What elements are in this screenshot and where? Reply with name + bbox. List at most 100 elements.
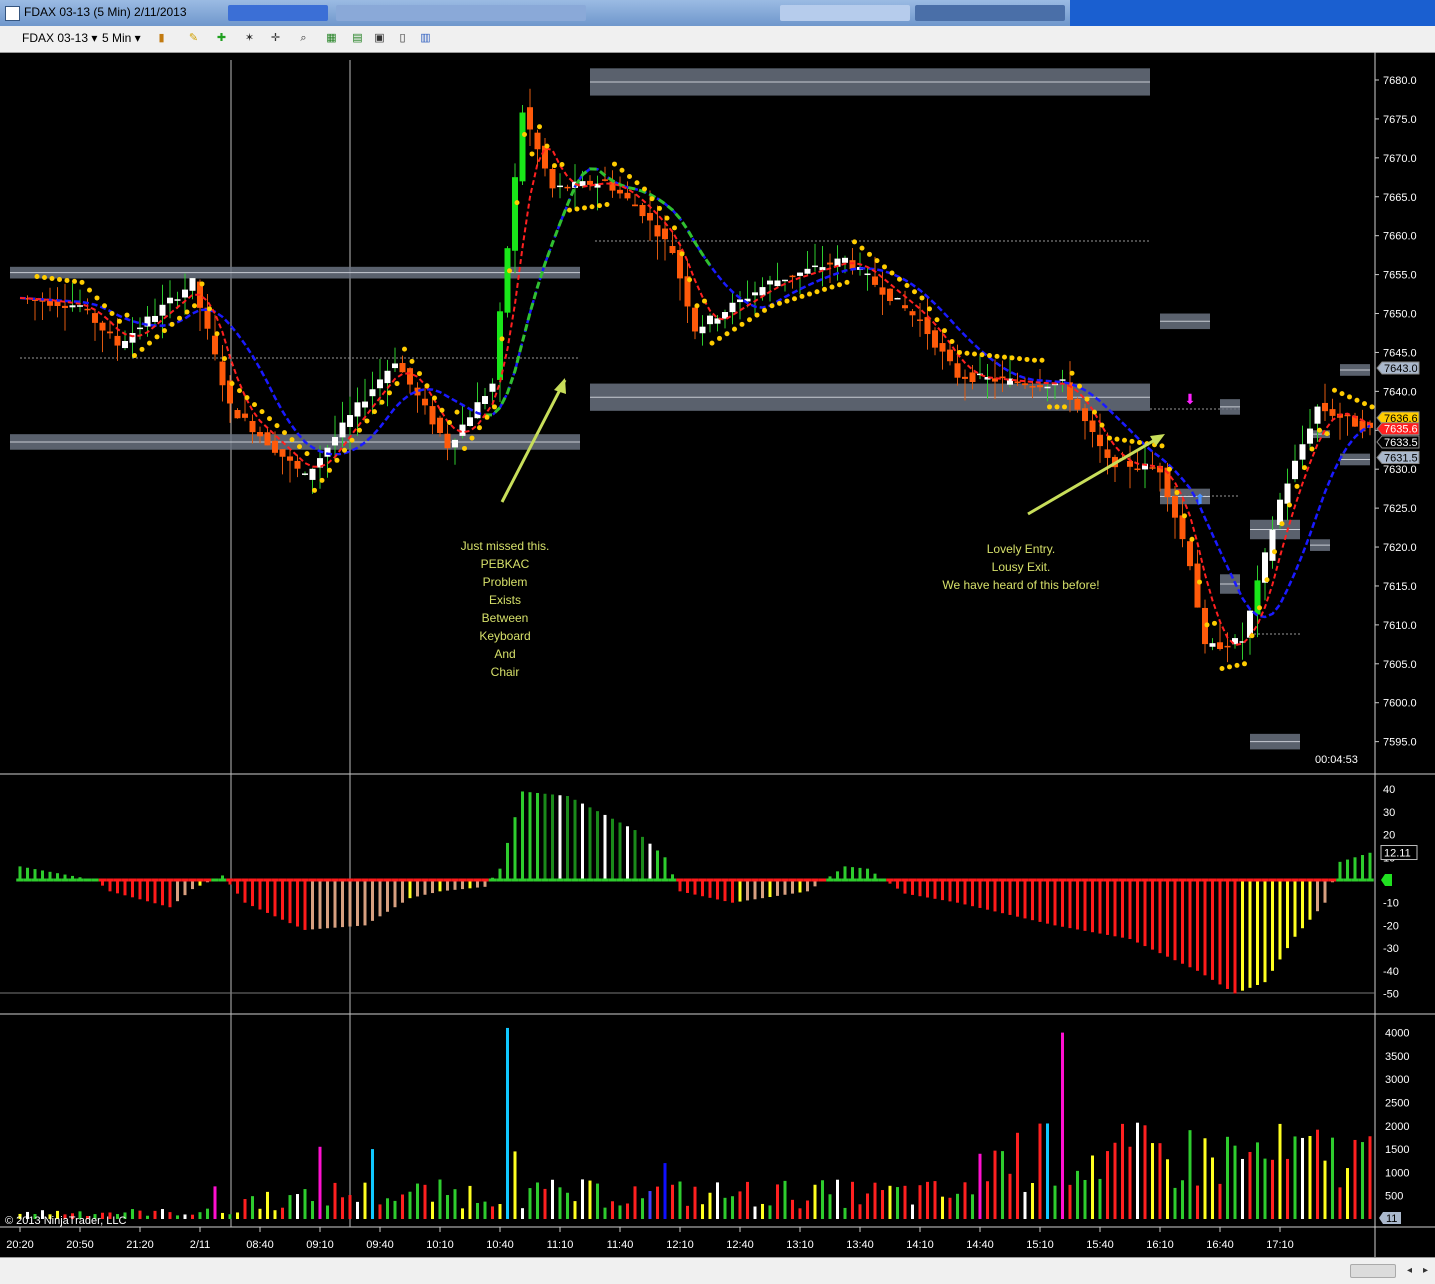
stop-dot: [259, 409, 265, 415]
price-tick-label: 7640.0: [1383, 386, 1417, 398]
volume-bar: [1001, 1151, 1004, 1219]
stop-dot: [304, 451, 310, 457]
volume-bar: [963, 1182, 967, 1219]
oscillator-bar: [1173, 880, 1177, 961]
scrollbar-thumb[interactable]: [1350, 1264, 1396, 1278]
oscillator-bar: [183, 880, 187, 896]
stop-dot: [582, 205, 587, 211]
stop-dot: [94, 295, 100, 301]
stop-dot: [1092, 409, 1097, 415]
candle-body: [549, 168, 556, 189]
zoom-icon[interactable]: ✚: [214, 31, 229, 46]
blurred-clock: [915, 5, 1065, 21]
candle-body: [504, 248, 511, 313]
volume-bar: [776, 1184, 779, 1219]
candle-body: [489, 383, 496, 392]
volume-bar: [588, 1180, 592, 1219]
volume-bar: [431, 1201, 434, 1219]
oscillator-bar: [1008, 880, 1012, 915]
candle-body: [92, 313, 98, 323]
stop-dot: [919, 295, 925, 301]
scroll-left-arrow-icon[interactable]: ◂: [1402, 1263, 1417, 1278]
candle-body: [729, 302, 736, 313]
strategies-icon[interactable]: ▤: [350, 31, 365, 46]
volume-bar: [986, 1181, 989, 1219]
stop-dot: [477, 425, 482, 431]
oscillator-bar: [341, 880, 344, 928]
oscillator-bar: [536, 792, 539, 880]
instrument-selector[interactable]: FDAX 03-13 ▾: [22, 30, 97, 47]
stop-dot: [42, 275, 47, 281]
properties-icon[interactable]: ▥: [418, 31, 433, 46]
candle-body: [534, 132, 541, 150]
candle-body: [564, 186, 571, 189]
oscillator-bar: [251, 880, 254, 907]
scroll-right-arrow-icon[interactable]: ▸: [1418, 1263, 1433, 1278]
stop-dot: [747, 317, 752, 323]
volume-bar: [941, 1196, 944, 1219]
indicators-icon[interactable]: ▦: [324, 31, 339, 46]
stop-dot: [777, 300, 782, 306]
stop-dot: [867, 251, 872, 257]
volume-tick-label: 1000: [1385, 1167, 1409, 1179]
volume-bar: [648, 1191, 652, 1219]
pin-icon[interactable]: ✶: [242, 31, 257, 46]
draw-pencil-icon[interactable]: ✎: [186, 31, 201, 46]
volume-bar: [1158, 1143, 1162, 1219]
stop-dot: [904, 282, 910, 288]
price-tick-label: 7615.0: [1383, 581, 1417, 593]
stop-dot: [844, 279, 850, 285]
candle-body: [932, 330, 938, 348]
volume-value-label: 11: [1386, 1213, 1397, 1225]
candle-body: [1104, 449, 1111, 458]
oscillator-bar: [753, 880, 757, 900]
oscillator-bar: [1046, 880, 1049, 924]
stop-dot: [312, 487, 317, 493]
stop-dot: [57, 276, 62, 282]
bar-type-icon[interactable]: ▮: [154, 31, 169, 46]
candle-body: [429, 406, 436, 425]
volume-bar: [971, 1194, 974, 1219]
candle-body: [69, 305, 76, 308]
stop-dot: [694, 303, 700, 309]
oscillator-tick-label: 20: [1383, 830, 1395, 842]
crosshair-icon[interactable]: ✛: [268, 31, 283, 46]
oscillator-bar: [33, 869, 37, 880]
period-selector[interactable]: 5 Min ▾: [102, 30, 141, 47]
volume-bar: [1113, 1142, 1117, 1219]
volume-bar: [326, 1205, 329, 1219]
oscillator-bar: [633, 830, 637, 880]
data-box-icon[interactable]: ▯: [395, 31, 410, 46]
volume-bar: [191, 1214, 194, 1219]
oscillator-bar: [1016, 880, 1019, 917]
oscillator-bar: [543, 793, 547, 880]
volume-bar: [266, 1191, 269, 1219]
chart-axes: 7680.0 7675.0 7670.0 7665.0 7660.0 7655.0 7650…: [6, 75, 1420, 1251]
candle-body: [872, 276, 878, 285]
volume-bar: [686, 1205, 689, 1219]
magnifier-icon[interactable]: ⌕: [296, 31, 311, 46]
stop-dot: [1174, 490, 1180, 496]
oscillator-bar: [611, 818, 614, 880]
title-right-area: [1070, 0, 1435, 26]
oscillator-bar: [918, 880, 922, 897]
oscillator-bar: [1233, 880, 1237, 994]
volume-bar: [228, 1214, 232, 1219]
stop-dot: [507, 268, 512, 274]
candle-body: [444, 433, 451, 449]
oscillator-bar: [806, 880, 809, 892]
chart-image-icon[interactable]: ▣: [372, 31, 387, 46]
stop-dot: [124, 312, 130, 318]
price-tick-label: 7630.0: [1383, 464, 1417, 476]
stop-dot: [1249, 633, 1255, 639]
stop-dot: [679, 251, 685, 257]
oscillator-bar: [588, 807, 592, 880]
copyright-label: © 2013 NinjaTrader, LLC: [5, 1215, 126, 1227]
price-tick-label: 7595.0: [1383, 737, 1417, 749]
volume-bar: [153, 1210, 157, 1219]
oscillator-bar: [963, 880, 967, 905]
oscillator-bar: [843, 866, 847, 880]
horizontal-scrollbar[interactable]: ◂ ▸: [0, 1257, 1435, 1284]
stop-dot: [994, 353, 1000, 359]
price-chart[interactable]: Just missed this. PEBKAC Problem Exists Betw…: [0, 52, 1435, 1257]
